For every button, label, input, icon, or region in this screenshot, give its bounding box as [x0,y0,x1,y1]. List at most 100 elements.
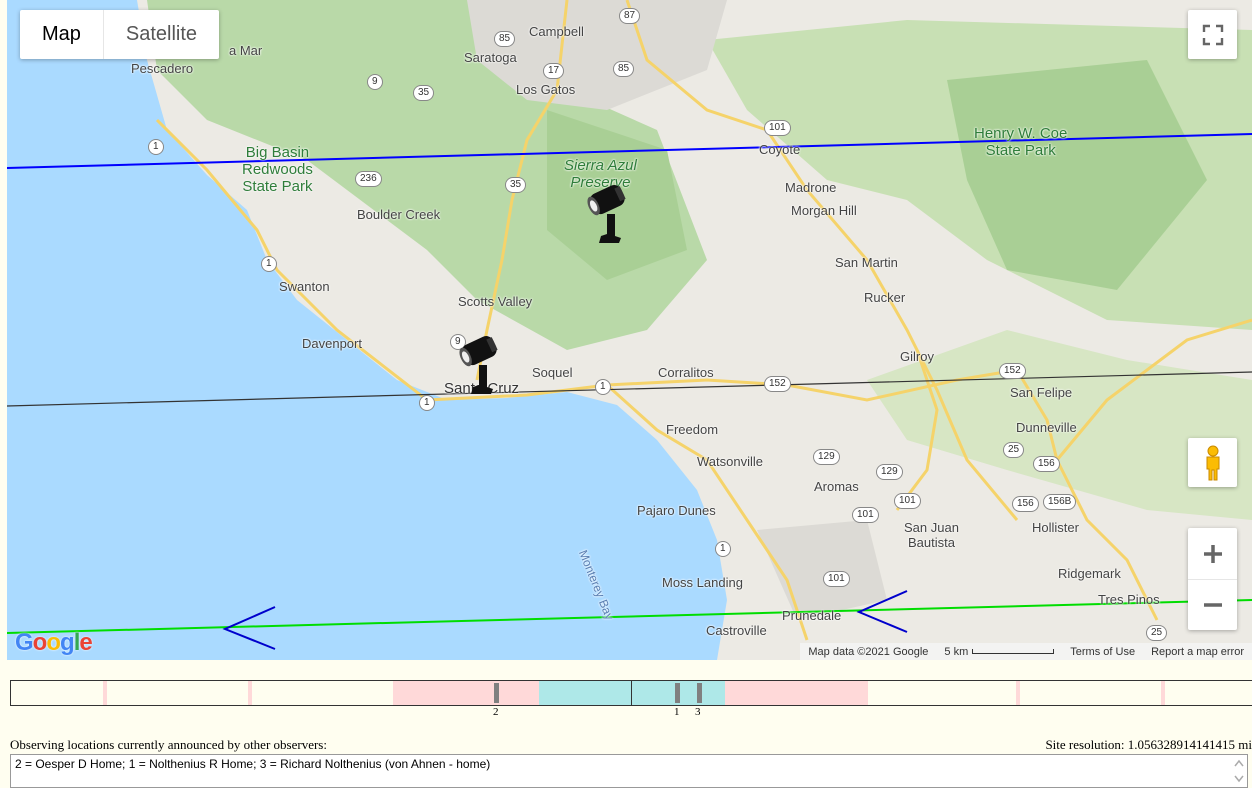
place-madrone: Madrone [785,180,837,195]
place-tres-pinos: Tres Pinos [1098,592,1160,607]
timeline-observer-marker[interactable] [494,683,499,703]
fullscreen-icon [1202,24,1223,45]
scroll-arrows-icon[interactable] [1233,757,1245,785]
map-data-text: Map data ©2021 Google [808,645,929,658]
place-gilroy: Gilroy [900,349,934,364]
highway-shield: 156 [1012,496,1039,512]
observers-list-box[interactable]: 2 = Oesper D Home; 1 = Nolthenius R Home… [10,754,1248,788]
timeline-segment [248,681,252,705]
highway-shield: 101 [852,507,879,523]
timeline-center-line [631,681,632,705]
report-error-link[interactable]: Report a map error [1151,646,1244,658]
timeline-segment [1016,681,1020,705]
telescope-marker-icon[interactable] [585,180,637,244]
highway-shield: 1 [419,395,435,411]
observers-list-text: 2 = Oesper D Home; 1 = Nolthenius R Home… [15,757,491,771]
pegman-icon [1206,445,1219,480]
place-boulder-creek: Boulder Creek [357,207,441,222]
highway-shield: 152 [999,363,1026,379]
timeline-segment [725,681,868,705]
street-view-pegman-button[interactable] [1188,438,1237,487]
plus-icon [1203,544,1222,563]
highway-shield: 236 [355,171,382,187]
place-san-martin: San Martin [835,255,898,270]
place-prunedale: Prunedale [782,608,842,623]
timeline-label: 3 [695,706,701,718]
place-los-gatos: Los Gatos [516,82,576,97]
highway-shield: 129 [876,464,903,480]
highway-shield: 35 [413,85,435,101]
timeline-segment [393,681,539,705]
place-henry-coe: Henry W. Coe State Park [974,125,1068,159]
scale-label: 5 km [944,645,969,658]
place-pajaro-dunes: Pajaro Dunes [637,503,716,518]
map-type-map-button[interactable]: Map [20,10,103,59]
zoom-out-button[interactable] [1188,580,1237,630]
place-corralitos: Corralitos [658,365,714,380]
highway-shield: 152 [764,376,791,392]
zoom-control [1188,528,1237,630]
minus-icon [1203,602,1222,607]
place-san-felipe: San Felipe [1010,385,1073,400]
place-la-mar: a Mar [229,43,263,58]
fullscreen-button[interactable] [1188,10,1237,59]
observer-timeline[interactable] [10,680,1252,706]
timeline-segment [1161,681,1165,705]
place-san-juan-bautista: San Juan Bautista [904,520,959,550]
place-moss-landing: Moss Landing [662,575,743,590]
place-ridgemark: Ridgemark [1058,566,1121,581]
highway-shield: 1 [595,379,611,395]
timeline-label: 1 [674,706,680,718]
terms-link[interactable]: Terms of Use [1070,646,1135,658]
map-attribution-bar: Map data ©2021 Google 5 km Terms of Use … [800,643,1252,660]
highway-shield: 17 [543,63,565,79]
highway-shield: 25 [1146,625,1168,641]
place-morgan-hill: Morgan Hill [791,203,857,218]
highway-shield: 85 [613,61,635,77]
highway-shield: 9 [367,74,383,90]
place-dunneville: Dunneville [1016,420,1077,435]
highway-shield: 85 [494,31,516,47]
highway-shield: 35 [505,177,527,193]
zoom-in-button[interactable] [1188,529,1237,580]
observers-label: Observing locations currently announced … [10,737,327,752]
place-rucker: Rucker [864,290,906,305]
highway-shield: 101 [764,120,791,136]
place-hollister: Hollister [1032,520,1079,535]
place-coyote: Coyote [759,142,801,157]
highway-shield: 25 [1003,442,1025,458]
place-davenport: Davenport [302,336,362,351]
place-scotts-valley: Scotts Valley [458,294,533,309]
timeline-label: 2 [493,706,499,718]
highway-shield: 129 [813,449,840,465]
map-type-satellite-button[interactable]: Satellite [102,10,219,59]
highway-shield: 1 [715,541,731,557]
telescope-marker-icon[interactable] [457,331,509,395]
timeline-observer-marker[interactable] [697,683,702,703]
place-campbell: Campbell [529,24,584,39]
highway-shield: 1 [148,139,164,155]
timeline-observer-marker[interactable] [675,683,680,703]
scale-indicator[interactable]: 5 km [944,645,1055,658]
map-type-control: Map Satellite [20,10,220,59]
highway-shield: 87 [619,8,641,24]
place-pescadero: Pescadero [131,61,194,76]
place-big-basin: Big Basin Redwoods State Park [242,144,313,195]
highway-shield: 156 [1033,456,1060,472]
place-freedom: Freedom [666,422,719,437]
place-soquel: Soquel [532,365,573,380]
place-saratoga: Saratoga [464,50,517,65]
map-canvas[interactable]: Campbell Saratoga Los Gatos Pescadero a … [7,0,1252,660]
map-base-layer [7,0,1252,660]
site-resolution: Site resolution: 1.056328914141415 mi [1045,737,1252,752]
google-logo[interactable]: Google [15,629,93,657]
highway-shield: 101 [823,571,850,587]
place-watsonville: Watsonville [697,454,763,469]
highway-shield: 156B [1043,494,1077,510]
timeline-segment [103,681,107,705]
highway-shield: 101 [894,493,921,509]
highway-shield: 1 [261,256,277,272]
scale-bar [972,649,1055,655]
place-castroville: Castroville [706,623,767,638]
place-aromas: Aromas [814,479,859,494]
